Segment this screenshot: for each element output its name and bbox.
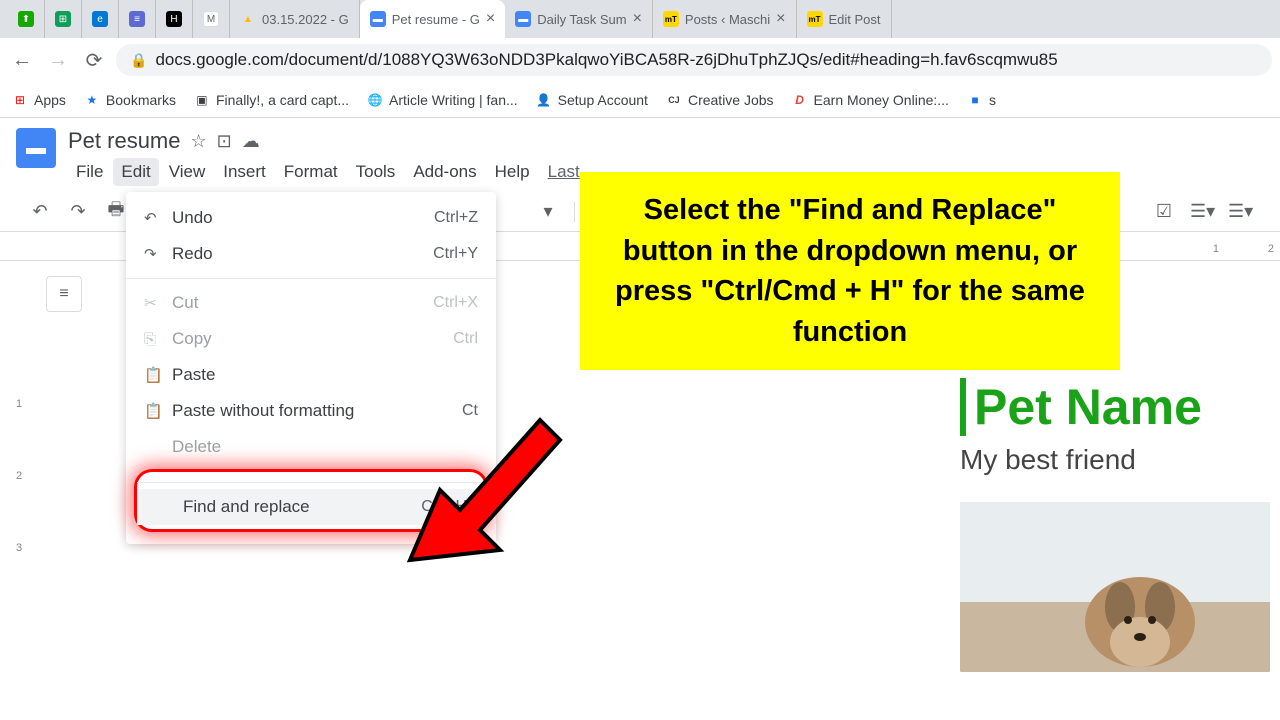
docs-icon: ▬ (515, 11, 531, 27)
document-canvas: Pet Name My best friend (960, 378, 1280, 672)
menu-view[interactable]: View (161, 158, 214, 186)
close-icon[interactable]: × (776, 10, 785, 28)
h-icon: H (166, 11, 182, 27)
arrow-annotation (390, 380, 570, 580)
dropdown-icon[interactable]: ▾ (536, 201, 560, 222)
mt-icon: mT (807, 11, 823, 27)
instruction-callout: Select the "Find and Replace" button in … (580, 172, 1120, 370)
tab[interactable]: ▲ 03.15.2022 - G (230, 0, 360, 38)
edge-icon: e (92, 11, 108, 27)
bookmark-item[interactable]: DEarn Money Online:... (792, 92, 949, 108)
app-icon: ≡ (129, 11, 145, 27)
tab[interactable]: ≡ (119, 0, 156, 38)
url-text: docs.google.com/document/d/1088YQ3W63oND… (155, 50, 1057, 70)
bookmarks-bar: ⊞Apps ★Bookmarks ▣Finally!, a card capt.… (0, 82, 1280, 118)
bookmark-apps[interactable]: ⊞Apps (12, 92, 66, 108)
dog-photo (960, 502, 1270, 672)
tab-label: Posts ‹ Maschi (685, 12, 770, 27)
menu-format[interactable]: Format (276, 158, 346, 186)
back-button[interactable]: ← (8, 46, 36, 74)
vertical-ruler: 1 2 3 (16, 398, 22, 554)
copy-icon: ⎘ (144, 331, 172, 348)
menu-help[interactable]: Help (487, 158, 538, 186)
move-icon[interactable]: ⊡ (217, 131, 232, 152)
cut-icon: ✂ (144, 294, 172, 312)
browser-toolbar: ← → ⟳ 🔒 docs.google.com/document/d/1088Y… (0, 38, 1280, 82)
menu-insert[interactable]: Insert (215, 158, 274, 186)
mt-icon: mT (663, 11, 679, 27)
menu-edit[interactable]: Edit (113, 158, 158, 186)
undo-icon[interactable]: ↶ (28, 201, 52, 222)
bookmark-item[interactable]: 🌐Article Writing | fan... (367, 92, 518, 108)
close-icon[interactable]: × (633, 10, 642, 28)
tab-label: Pet resume - G (392, 12, 480, 27)
account-icon: 👤 (536, 92, 552, 108)
tab[interactable]: M (193, 0, 230, 38)
globe-icon: 🌐 (367, 92, 383, 108)
cj-icon: CJ (666, 92, 682, 108)
print-icon[interactable]: 🖶 (104, 197, 128, 227)
lock-icon: 🔒 (130, 52, 147, 69)
bookmark-item[interactable]: ▣Finally!, a card capt... (194, 92, 349, 108)
apps-icon: ⊞ (12, 92, 28, 108)
menu-redo[interactable]: ↷ Redo Ctrl+Y (126, 236, 496, 272)
bullet-list-icon[interactable]: ☰▾ (1190, 201, 1214, 222)
tab-active[interactable]: ▬ Pet resume - G × (360, 0, 505, 38)
tab[interactable]: ⊞ (45, 0, 82, 38)
d-icon: D (792, 92, 808, 108)
tab-label: Edit Post (829, 12, 881, 27)
checklist-icon[interactable]: ☑ (1152, 201, 1176, 222)
bookmark-item[interactable]: 👤Setup Account (536, 92, 648, 108)
redo-icon[interactable]: ↷ (66, 201, 90, 222)
paste-plain-icon: 📋 (144, 402, 172, 420)
menu-bar: File Edit View Insert Format Tools Add-o… (68, 158, 588, 186)
menu-tools[interactable]: Tools (348, 158, 404, 186)
tab[interactable]: H (156, 0, 193, 38)
tab[interactable]: mT Edit Post (797, 0, 892, 38)
forward-button[interactable]: → (44, 46, 72, 74)
tab[interactable]: e (82, 0, 119, 38)
close-icon[interactable]: × (486, 10, 495, 28)
docs-logo-icon[interactable]: ▬ (16, 128, 56, 168)
document-subheading[interactable]: My best friend (960, 444, 1280, 476)
star-icon[interactable]: ☆ (191, 131, 207, 152)
tab[interactable]: mT Posts ‹ Maschi × (653, 0, 797, 38)
menu-file[interactable]: File (68, 158, 111, 186)
reload-button[interactable]: ⟳ (80, 46, 108, 74)
tab[interactable]: ▬ Daily Task Sum × (505, 0, 653, 38)
upwork-icon: ⬆ (18, 11, 34, 27)
browser-tab-strip: ⬆ ⊞ e ≡ H M ▲ 03.15.2022 - G ▬ Pet resume … (0, 0, 1280, 38)
gmail-icon: M (203, 11, 219, 27)
undo-icon: ↶ (144, 209, 172, 227)
square-icon: ■ (967, 92, 983, 108)
menu-undo[interactable]: ↶ Undo Ctrl+Z (126, 200, 496, 236)
tab-label: 03.15.2022 - G (262, 12, 349, 27)
document-heading[interactable]: Pet Name (960, 378, 1280, 436)
outline-toggle[interactable]: ≡ (46, 276, 82, 312)
drive-icon: ▲ (240, 11, 256, 27)
bookmark-bookmarks[interactable]: ★Bookmarks (84, 92, 176, 108)
document-title[interactable]: Pet resume (68, 128, 181, 154)
redo-icon: ↷ (144, 245, 172, 263)
cloud-icon[interactable]: ☁ (242, 131, 260, 152)
menu-addons[interactable]: Add-ons (405, 158, 484, 186)
separator (574, 202, 575, 222)
star-icon: ★ (84, 92, 100, 108)
page-icon: ▣ (194, 92, 210, 108)
numbered-list-icon[interactable]: ☰▾ (1228, 201, 1252, 222)
sheets-icon: ⊞ (55, 11, 71, 27)
document-image[interactable] (960, 502, 1270, 672)
bookmark-item[interactable]: ■s (967, 92, 996, 108)
address-bar[interactable]: 🔒 docs.google.com/document/d/1088YQ3W63o… (116, 44, 1272, 76)
tab[interactable]: ⬆ (8, 0, 45, 38)
menu-copy[interactable]: ⎘ Copy Ctrl (126, 321, 496, 357)
divider (126, 278, 496, 279)
ruler-marks: 1 2 (1213, 243, 1274, 255)
tab-label: Daily Task Sum (537, 12, 626, 27)
bookmark-item[interactable]: CJCreative Jobs (666, 92, 774, 108)
menu-cut[interactable]: ✂ Cut Ctrl+X (126, 285, 496, 321)
paste-icon: 📋 (144, 366, 172, 384)
docs-icon: ▬ (370, 11, 386, 27)
